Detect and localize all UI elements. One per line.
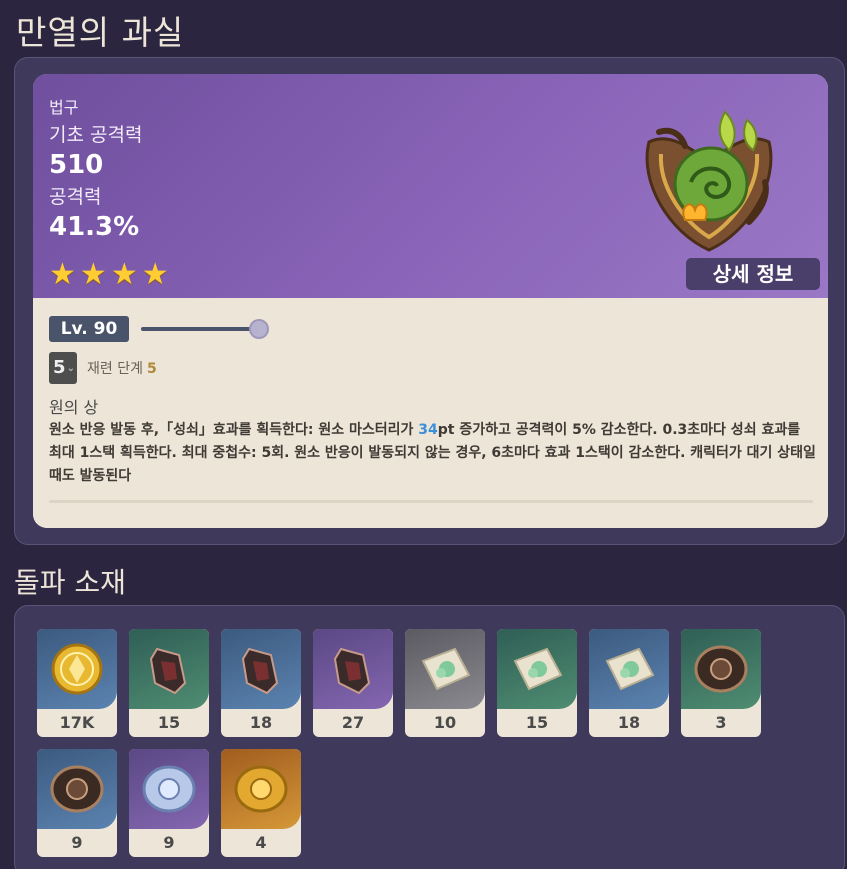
material-count: 18 [249, 713, 273, 732]
passive-desc-highlight: 34 [418, 422, 438, 438]
material-count: 9 [163, 833, 175, 852]
material-item[interactable]: 3 [681, 629, 761, 737]
wrapped-herb-icon [421, 647, 471, 691]
material-count: 15 [157, 713, 181, 732]
page-title: 만열의 과실 [16, 13, 185, 52]
weapon-type: 법구 [49, 98, 79, 117]
material-icon-background [405, 629, 485, 709]
material-icon-background [37, 629, 117, 709]
refinement-label-text: 재련 단계 [87, 361, 143, 377]
relic-fragment-icon [149, 647, 187, 695]
refinement-select-value: 5 [53, 357, 66, 378]
level-slider-track[interactable] [141, 327, 261, 331]
relic-fragment-icon [333, 647, 371, 695]
material-count: 27 [341, 713, 365, 732]
wrapped-herb-icon [513, 647, 563, 691]
material-count: 3 [715, 713, 727, 732]
mora-coin-icon [51, 643, 103, 695]
material-item[interactable]: 15 [129, 629, 209, 737]
material-item[interactable]: 15 [497, 629, 577, 737]
material-count: 9 [71, 833, 83, 852]
weapon-card-body: Lv. 90 5 ⌄ 재련 단계 5 원의 상 원소 반응 발동 후,「성쇠」효과… [33, 298, 828, 528]
material-icon-background [37, 749, 117, 829]
chevron-down-icon: ⌄ [66, 363, 75, 374]
material-count: 4 [255, 833, 267, 852]
base-atk-value: 510 [49, 150, 104, 180]
materials-section-title: 돌파 소재 [14, 566, 126, 599]
weapon-card-header: 법구 기초 공격력 510 공격력 41.3% ★ ★ ★ ★ 상세 정보 [33, 74, 828, 298]
material-icon-background [221, 749, 301, 829]
divider [49, 500, 813, 503]
material-item[interactable]: 4 [221, 749, 301, 857]
level-slider-handle[interactable] [249, 319, 269, 339]
material-count: 18 [617, 713, 641, 732]
sub-stat-label: 공격력 [49, 186, 102, 208]
dark-badge-icon [50, 765, 104, 813]
material-item[interactable]: 18 [589, 629, 669, 737]
material-count: 17K [59, 713, 95, 732]
rarity-stars: ★ ★ ★ ★ [49, 260, 169, 290]
material-icon-background [589, 629, 669, 709]
material-item[interactable]: 9 [129, 749, 209, 857]
base-atk-label: 기초 공격력 [49, 124, 143, 146]
weapon-card: 법구 기초 공격력 510 공격력 41.3% ★ ★ ★ ★ 상세 정보 Lv. 9… [33, 74, 828, 528]
material-item[interactable]: 18 [221, 629, 301, 737]
passive-desc-part1: 원소 반응 발동 후,「성쇠」효과를 획득한다: 원소 마스터리가 [49, 422, 419, 438]
sub-stat-value: 41.3% [49, 212, 140, 242]
material-count: 15 [525, 713, 549, 732]
star-icon: ★ [141, 257, 169, 292]
material-item[interactable]: 10 [405, 629, 485, 737]
star-icon: ★ [110, 257, 138, 292]
star-icon: ★ [79, 257, 107, 292]
refinement-label: 재련 단계 5 [87, 358, 157, 378]
weapon-panel: 법구 기초 공격력 510 공격력 41.3% ★ ★ ★ ★ 상세 정보 Lv. 9… [14, 57, 845, 545]
weapon-catalyst-icon [645, 110, 773, 252]
material-icon-background [129, 629, 209, 709]
level-badge: Lv. 90 [49, 316, 129, 342]
material-icon-background [221, 629, 301, 709]
passive-name: 원의 상 [49, 398, 99, 417]
material-icon-background [681, 629, 761, 709]
relic-fragment-icon [241, 647, 279, 695]
refinement-number: 5 [146, 361, 157, 377]
material-count: 10 [433, 713, 457, 732]
material-item[interactable]: 17K [37, 629, 117, 737]
refinement-select[interactable]: 5 ⌄ [49, 352, 77, 384]
silver-badge-icon [142, 765, 196, 813]
dark-badge-icon [694, 645, 748, 693]
materials-panel: 17K 15 18 27 10 15 18 3 9 9 4 [14, 605, 845, 869]
material-icon-background [129, 749, 209, 829]
detail-info-button[interactable]: 상세 정보 [686, 258, 820, 290]
wrapped-herb-icon [605, 647, 655, 691]
material-icon-background [313, 629, 393, 709]
star-icon: ★ [49, 257, 76, 292]
gold-badge-icon [234, 765, 288, 813]
material-item[interactable]: 9 [37, 749, 117, 857]
material-item[interactable]: 27 [313, 629, 393, 737]
passive-description: 원소 반응 발동 후,「성쇠」효과를 획득한다: 원소 마스터리가 34pt 증… [49, 419, 817, 488]
material-icon-background [497, 629, 577, 709]
